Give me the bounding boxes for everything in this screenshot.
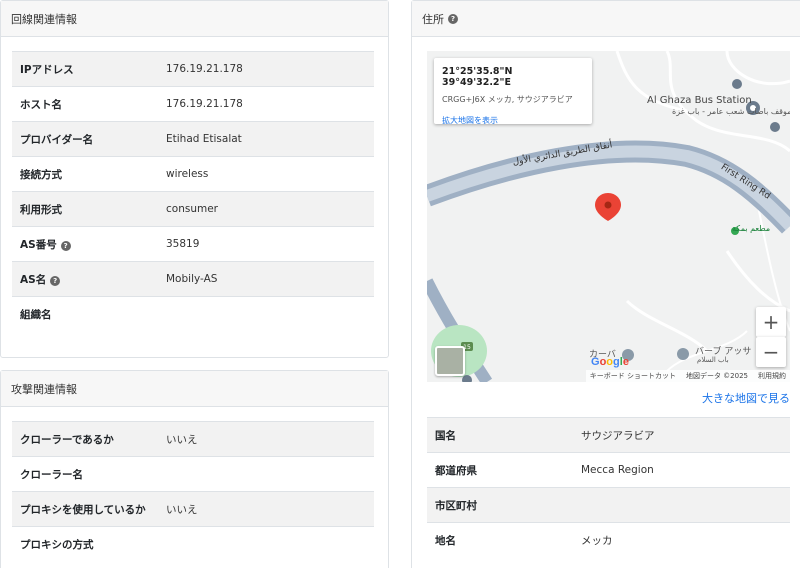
- map-attribution: キーボード ショートカット 地図データ ©2025 利用規約: [585, 370, 790, 382]
- row-value: サウジアラビア: [573, 417, 790, 453]
- row-value: [158, 456, 374, 492]
- table-row: クローラー名: [12, 456, 374, 492]
- row-value: Mobily-AS: [158, 261, 374, 297]
- address-table: 国名 サウジアラビア 都道府県 Mecca Region 市区町村 地名 メッカ: [427, 417, 790, 558]
- map-plus-code: CRGG+J6X メッカ, サウジアラビア: [442, 95, 573, 104]
- row-value: いいえ: [158, 421, 374, 457]
- map-expand-link[interactable]: 拡大地図を表示: [442, 115, 584, 126]
- attack-info-title: 攻撃関連情報: [11, 382, 77, 396]
- row-value: いいえ: [158, 491, 374, 527]
- row-key: 市区町村: [427, 487, 573, 523]
- table-row: 国名 サウジアラビア: [427, 417, 790, 453]
- help-icon[interactable]: ?: [448, 13, 458, 24]
- row-value: consumer: [158, 191, 374, 227]
- row-value: メッカ: [573, 522, 790, 558]
- row-key: プロキシを使用しているか: [12, 491, 158, 527]
- map-coordinates: 21°25'35.8"N 39°49'32.2"E: [442, 66, 513, 88]
- row-value: 176.19.21.178: [158, 51, 374, 87]
- table-row: IPアドレス 176.19.21.178: [12, 51, 374, 87]
- address-header: 住所 ?: [412, 1, 800, 37]
- map-label-restaurant: مطعم بمكة: [732, 224, 771, 233]
- row-value: Etihad Etisalat: [158, 121, 374, 157]
- help-icon[interactable]: ?: [60, 240, 71, 251]
- help-icon[interactable]: ?: [50, 275, 61, 286]
- row-key: IPアドレス: [12, 51, 158, 87]
- attack-info-panel: 攻撃関連情報 クローラーであるか いいえ クローラー名 プロキシを使用しているかい…: [0, 370, 389, 568]
- map-satellite-toggle[interactable]: [435, 346, 465, 376]
- table-row: 都道府県 Mecca Region: [427, 452, 790, 488]
- row-value: wireless: [158, 156, 374, 192]
- table-row: プロバイダー名 Etihad Etisalat: [12, 121, 374, 157]
- attack-info-table: クローラーであるか いいえ クローラー名 プロキシを使用しているか いいえ プロキシ…: [12, 421, 374, 562]
- row-key: 地名: [427, 522, 573, 558]
- keyboard-shortcuts-link[interactable]: キーボード ショートカット: [590, 371, 676, 381]
- terms-link[interactable]: 利用規約: [758, 371, 786, 381]
- row-key: 利用形式: [12, 191, 158, 227]
- row-key: クローラー名: [12, 456, 158, 492]
- line-info-header: 回線関連情報: [1, 1, 388, 37]
- row-value: 176.19.21.178: [158, 86, 374, 122]
- row-key: ホスト名: [12, 86, 158, 122]
- row-value: 35819: [158, 226, 374, 262]
- larger-map-link[interactable]: 大きな地図で見る: [702, 390, 790, 406]
- table-row: プロキシを使用しているか いいえ: [12, 491, 374, 527]
- table-row: AS名? Mobily-AS: [12, 261, 374, 297]
- table-row: 組織名: [12, 296, 374, 332]
- line-info-title: 回線関連情報: [11, 12, 77, 26]
- zoom-in-button[interactable]: +: [756, 307, 786, 337]
- attack-info-header: 攻撃関連情報: [1, 371, 388, 407]
- row-key: 接続方式: [12, 156, 158, 192]
- row-key: 国名: [427, 417, 573, 453]
- table-row: 利用形式 consumer: [12, 191, 374, 227]
- zoom-out-button[interactable]: −: [756, 337, 786, 367]
- row-value: [573, 487, 790, 523]
- row-value: [158, 526, 374, 562]
- table-row: ホスト名 176.19.21.178: [12, 86, 374, 122]
- row-key: プロキシの方式: [12, 526, 158, 562]
- row-key: 都道府県: [427, 452, 573, 488]
- table-row: AS番号? 35819: [12, 226, 374, 262]
- table-row: 接続方式 wireless: [12, 156, 374, 192]
- row-key: 組織名: [12, 296, 158, 332]
- row-key: AS名?: [12, 261, 158, 297]
- table-row: 地名 メッカ: [427, 522, 790, 558]
- line-info-table: IPアドレス 176.19.21.178 ホスト名 176.19.21.178 プロ…: [12, 51, 374, 332]
- row-key: AS番号?: [12, 226, 158, 262]
- map-label-bus-station: Al Ghaza Bus Station: [647, 95, 752, 106]
- address-title: 住所: [422, 12, 444, 26]
- map-info-card: 21°25'35.8"N 39°49'32.2"E CRGG+J6X メッカ, …: [434, 58, 592, 126]
- map-data-credit: 地図データ ©2025: [685, 372, 748, 380]
- map-label-bus-station-ar: موقف باصات شعب عامر - باب غزة: [672, 107, 790, 116]
- table-row: プロキシの方式: [12, 526, 374, 562]
- google-logo: Google: [591, 356, 629, 368]
- line-info-panel: 回線関連情報 IPアドレス 176.19.21.178 ホスト名 176.19.21…: [0, 0, 389, 358]
- map-label-gate2-ar: باب السلام: [697, 356, 729, 364]
- row-value: Mecca Region: [573, 452, 790, 488]
- table-row: 市区町村: [427, 487, 790, 523]
- row-key: クローラーであるか: [12, 421, 158, 457]
- row-key: プロバイダー名: [12, 121, 158, 157]
- map-embed[interactable]: 15 Al Ghaza Bus Station موقف باصات شعب ع…: [427, 51, 790, 382]
- table-row: クローラーであるか いいえ: [12, 421, 374, 457]
- row-value: [158, 296, 374, 332]
